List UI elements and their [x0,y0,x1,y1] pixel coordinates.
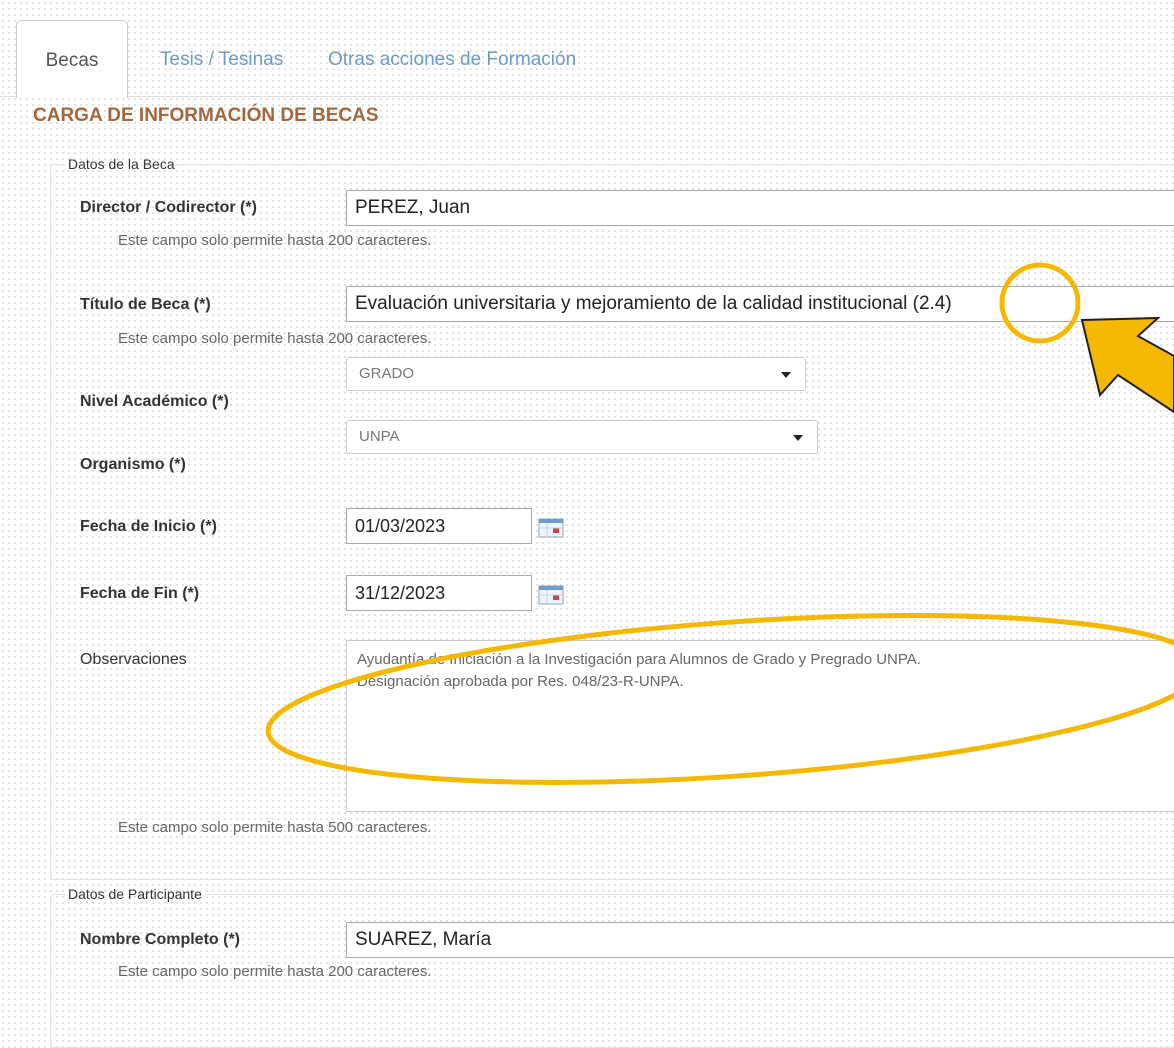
observaciones-hint: Este campo solo permite hasta 500 caract… [118,819,432,836]
nivel-select[interactable]: GRADO [346,357,806,391]
organismo-select[interactable]: UNPA [346,420,818,454]
fecha-inicio-label: Fecha de Inicio (*) [80,518,217,535]
caret-down-icon [781,372,791,378]
caret-down-icon [793,435,803,441]
calendar-icon[interactable] [538,583,564,605]
observaciones-textarea[interactable]: Ayudantía de Iniciación a la Investigaci… [346,640,1174,812]
fecha-fin-label: Fecha de Fin (*) [80,585,200,602]
nivel-value: GRADO [359,365,415,382]
nombre-label: Nombre Completo (*) [80,931,240,948]
fecha-fin-field[interactable]: 31/12/2023 [346,575,532,611]
director-hint: Este campo solo permite hasta 200 caract… [118,232,432,249]
nombre-field[interactable]: SUAREZ, María [346,922,1174,958]
director-field[interactable]: PEREZ, Juan [346,190,1174,226]
page-title: CARGA DE INFORMACIÓN DE BECAS [33,105,379,126]
observaciones-label: Observaciones [80,651,187,668]
fecha-inicio-field[interactable]: 01/03/2023 [346,508,532,544]
tab-becas[interactable]: Becas [16,20,128,98]
organismo-label: Organismo (*) [80,456,186,473]
titulo-label: Título de Beca (*) [80,296,211,313]
organismo-value: UNPA [359,428,400,445]
tab-otras-acciones[interactable]: Otras acciones de Formación [328,20,576,96]
nivel-label: Nivel Académico (*) [80,393,229,410]
calendar-icon[interactable] [538,516,564,538]
participante-legend: Datos de Participante [68,886,202,902]
nombre-hint: Este campo solo permite hasta 200 caract… [118,963,432,980]
titulo-hint: Este campo solo permite hasta 200 caract… [118,330,432,347]
director-label: Director / Codirector (*) [80,199,257,216]
titulo-field[interactable]: Evaluación universitaria y mejoramiento … [346,286,1174,322]
tab-tesis[interactable]: Tesis / Tesinas [160,20,283,96]
beca-legend: Datos de la Beca [68,156,175,172]
